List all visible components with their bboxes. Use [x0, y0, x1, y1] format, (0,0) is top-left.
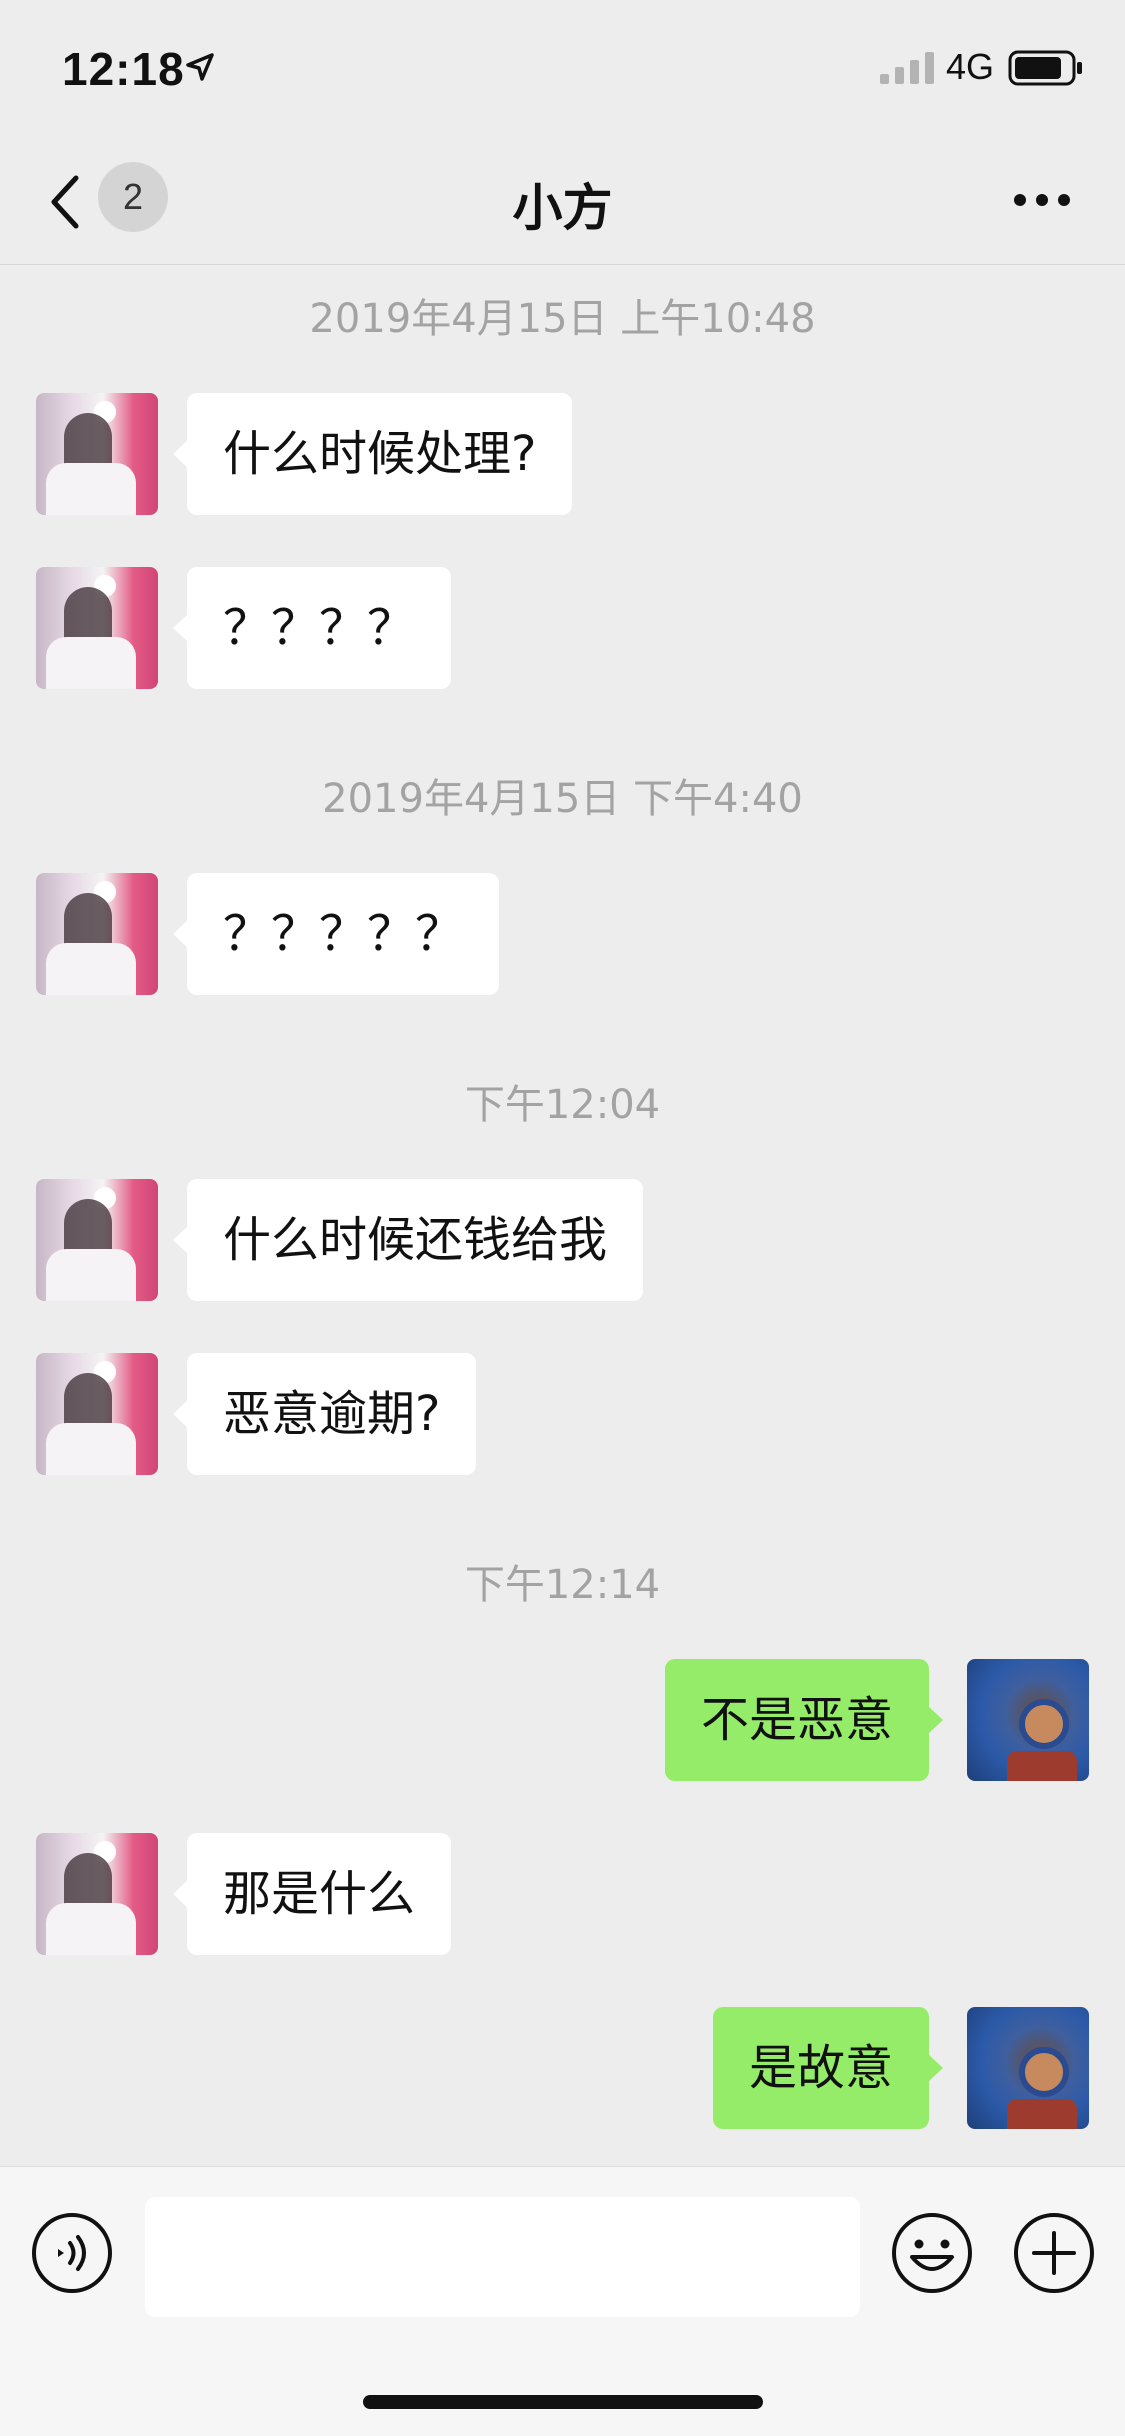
chat-timestamp: 下午12:04 [464, 1082, 661, 1128]
incoming-message-bubble[interactable]: ？？？？ [172, 567, 452, 689]
status-time: 12:18 [62, 43, 185, 95]
location-arrow-icon [186, 53, 214, 81]
contact-avatar[interactable] [36, 1833, 158, 1955]
contact-avatar[interactable] [36, 873, 158, 995]
signal-icon [880, 52, 934, 84]
home-indicator[interactable] [363, 2395, 763, 2409]
more-dots-icon[interactable] [1012, 192, 1072, 208]
incoming-message-bubble[interactable]: 什么时候还钱给我 [172, 1179, 644, 1301]
incoming-message-bubble[interactable]: 什么时候处理? [172, 393, 573, 515]
incoming-message-bubble[interactable]: 那是什么 [172, 1833, 452, 1955]
chat-timestamp: 下午12:14 [464, 1562, 661, 1608]
chat-timestamp: 2019年4月15日 上午10:48 [309, 296, 816, 342]
network-type: 4G [946, 46, 995, 87]
outgoing-message-bubble[interactable]: 不是恶意 [664, 1659, 944, 1781]
voice-icon[interactable] [30, 2211, 114, 2295]
input-bar [0, 2166, 1125, 2436]
contact-avatar[interactable] [36, 567, 158, 689]
incoming-message-bubble[interactable]: ？？？？？ [172, 873, 500, 995]
chat-header: 2 小方 [0, 140, 1125, 265]
contact-avatar[interactable] [36, 1179, 158, 1301]
plus-icon[interactable] [1012, 2211, 1096, 2295]
emoji-icon[interactable] [890, 2211, 974, 2295]
battery-icon [1008, 50, 1082, 86]
contact-avatar[interactable] [36, 393, 158, 515]
outgoing-message-bubble[interactable]: 是故意 [712, 2007, 944, 2129]
incoming-message-bubble[interactable]: 恶意逾期? [172, 1353, 477, 1475]
my-avatar[interactable] [967, 2007, 1089, 2129]
chat-timestamp: 2019年4月15日 下午4:40 [322, 776, 803, 822]
contact-avatar[interactable] [36, 1353, 158, 1475]
my-avatar[interactable] [967, 1659, 1089, 1781]
chat-title: 小方 [512, 179, 613, 237]
status-bar: 12:18 4G [0, 0, 1125, 140]
message-input[interactable] [145, 2197, 860, 2317]
